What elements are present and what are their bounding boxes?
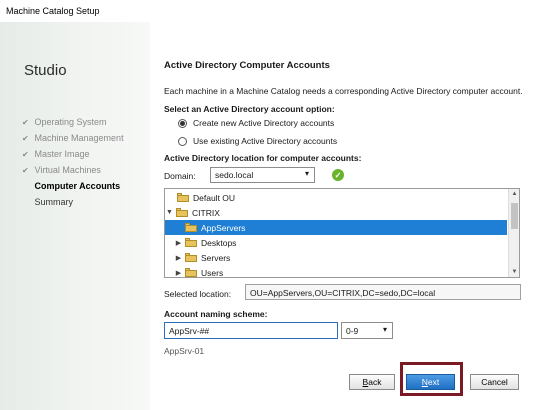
check-icon: ✔ — [22, 134, 29, 143]
title-bar: Machine Catalog Setup — [0, 0, 545, 22]
step-machine-management[interactable]: ✔ Machine Management — [22, 130, 124, 146]
tree-item-desktops[interactable]: ▶ Desktops — [165, 235, 507, 250]
check-icon: ✔ — [22, 150, 29, 159]
naming-scheme-label: Account naming scheme: — [164, 309, 268, 319]
wizard-sidebar: Studio ✔ Operating System ✔ Machine Mana… — [0, 22, 150, 410]
tree-item-users[interactable]: ▶ Users — [165, 265, 507, 277]
check-icon: ✔ — [22, 118, 29, 127]
naming-type-dropdown[interactable]: 0-9 ▾ — [341, 322, 393, 339]
domain-label: Domain: — [164, 171, 196, 181]
tree-item-citrix[interactable]: ▼ CITRIX — [165, 205, 507, 220]
account-option-label: Select an Active Directory account optio… — [164, 104, 335, 114]
folder-icon — [185, 253, 197, 262]
tree-item-servers[interactable]: ▶ Servers — [165, 250, 507, 265]
scrollbar-thumb[interactable] — [511, 203, 518, 229]
radio-button[interactable] — [178, 136, 187, 146]
cancel-button[interactable]: Cancel — [470, 374, 519, 390]
naming-preview: AppSrv-01 — [164, 346, 205, 356]
step-summary[interactable]: ✔ Summary — [22, 194, 124, 210]
radio-use-existing-accounts[interactable]: Use existing Active Directory accounts — [178, 134, 337, 148]
domain-dropdown[interactable]: sedo.local ▾ — [210, 167, 315, 183]
page-heading: Active Directory Computer Accounts — [164, 60, 330, 71]
scroll-down-icon[interactable]: ▼ — [509, 267, 519, 277]
page-description: Each machine in a Machine Catalog needs … — [164, 86, 523, 96]
radio-button[interactable] — [178, 118, 187, 128]
window-title: Machine Catalog Setup — [6, 6, 100, 16]
selected-location-field: OU=AppServers,OU=CITRIX,DC=sedo,DC=local — [245, 284, 521, 300]
radio-create-new-accounts[interactable]: Create new Active Directory accounts — [178, 116, 334, 130]
step-computer-accounts[interactable]: ✔ Computer Accounts — [22, 178, 124, 194]
step-master-image[interactable]: ✔ Master Image — [22, 146, 124, 162]
check-icon: ✓ — [332, 169, 344, 181]
step-operating-system[interactable]: ✔ Operating System — [22, 114, 124, 130]
scroll-up-icon[interactable]: ▲ — [509, 189, 519, 199]
check-icon: ✔ — [22, 166, 29, 175]
folder-icon — [185, 268, 197, 277]
wizard-content: Active Directory Computer Accounts Each … — [150, 22, 545, 410]
collapse-icon[interactable]: ▼ — [165, 209, 174, 216]
tree-item-default-ou[interactable]: Default OU — [165, 190, 507, 205]
wizard-steps: ✔ Operating System ✔ Machine Management … — [22, 114, 124, 210]
folder-icon — [185, 238, 197, 247]
tree-item-appservers[interactable]: AppServers — [165, 220, 507, 235]
selected-location-label: Selected location: — [164, 289, 232, 299]
naming-scheme-input[interactable]: AppSrv-## — [164, 322, 338, 339]
tree-scrollbar[interactable]: ▲ ▼ — [508, 189, 519, 277]
back-button[interactable]: Back — [349, 374, 395, 390]
folder-icon — [185, 223, 197, 232]
folder-icon — [176, 208, 188, 217]
chevron-down-icon: ▾ — [304, 169, 309, 178]
product-title: Studio — [24, 62, 67, 79]
expand-icon[interactable]: ▶ — [174, 269, 183, 277]
next-button-highlight — [400, 362, 463, 396]
ou-tree[interactable]: Default OU ▼ CITRIX AppServers ▶ Desktop… — [164, 188, 520, 278]
expand-icon[interactable]: ▶ — [174, 254, 183, 262]
expand-icon[interactable]: ▶ — [174, 239, 183, 247]
step-virtual-machines[interactable]: ✔ Virtual Machines — [22, 162, 124, 178]
chevron-down-icon: ▾ — [382, 325, 387, 334]
ad-location-label: Active Directory location for computer a… — [164, 153, 362, 163]
folder-icon — [177, 193, 189, 202]
